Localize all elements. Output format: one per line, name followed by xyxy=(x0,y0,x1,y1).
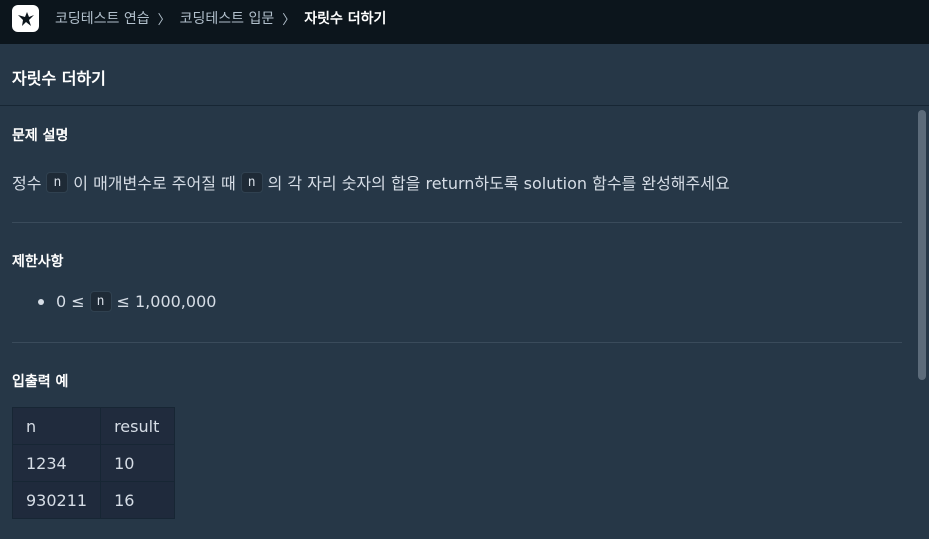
chevron-right-icon: 〉 xyxy=(282,12,296,28)
column-header-n: n xyxy=(11,407,102,445)
table-cell: 1234 xyxy=(11,444,102,482)
bullet-icon xyxy=(38,298,44,305)
inline-code: n xyxy=(240,171,263,193)
table-cell: 16 xyxy=(100,481,176,519)
section-divider xyxy=(12,342,902,343)
description-text: 정수 n 이 매개변수로 주어질 때 n 의 각 자리 숫자의 합을 retur… xyxy=(12,170,730,194)
problem-title: 자릿수 더하기 xyxy=(12,69,106,88)
constraint-text: 0 ≤ xyxy=(56,292,85,311)
description-heading: 문제 설명 xyxy=(12,128,69,144)
breadcrumb-item-intro[interactable]: 코딩테스트 입문 xyxy=(180,8,275,28)
constraints-heading: 제한사항 xyxy=(12,254,64,270)
section-divider xyxy=(12,222,902,223)
chevron-right-icon: 〉 xyxy=(157,12,171,28)
table-header-row: n result xyxy=(11,407,176,445)
breadcrumb: 코딩테스트 연습 〉 코딩테스트 입문 〉 자릿수 더하기 xyxy=(55,8,386,28)
programmers-logo-icon[interactable] xyxy=(12,5,39,32)
breadcrumb-item-practice[interactable]: 코딩테스트 연습 xyxy=(55,8,150,28)
inline-code: n xyxy=(89,291,112,312)
description-text-part: 의 각 자리 숫자의 합을 return하도록 solution 함수를 완성해… xyxy=(267,174,730,193)
column-header-result: result xyxy=(100,407,176,445)
io-example-table: n result 1234 10 930211 16 xyxy=(11,407,176,519)
constraint-item: 0 ≤ n ≤ 1,000,000 xyxy=(38,291,216,312)
problem-title-bar: 자릿수 더하기 xyxy=(0,44,929,106)
constraint-text: ≤ 1,000,000 xyxy=(116,292,217,311)
top-navigation-bar: 코딩테스트 연습 〉 코딩테스트 입문 〉 자릿수 더하기 xyxy=(0,0,929,44)
description-text-part: 정수 xyxy=(12,174,42,193)
table-cell: 10 xyxy=(100,444,176,482)
breadcrumb-item-current: 자릿수 더하기 xyxy=(304,11,387,27)
examples-heading: 입출력 예 xyxy=(12,374,69,390)
problem-description-panel: 문제 설명 정수 n 이 매개변수로 주어질 때 n 의 각 자리 숫자의 합을… xyxy=(0,106,915,539)
inline-code: n xyxy=(46,171,69,193)
table-row: 1234 10 xyxy=(11,444,176,482)
table-row: 930211 16 xyxy=(11,481,176,519)
description-text-part: 이 매개변수로 주어질 때 xyxy=(73,174,236,193)
table-cell: 930211 xyxy=(11,481,102,519)
scrollbar-thumb[interactable] xyxy=(918,110,926,380)
